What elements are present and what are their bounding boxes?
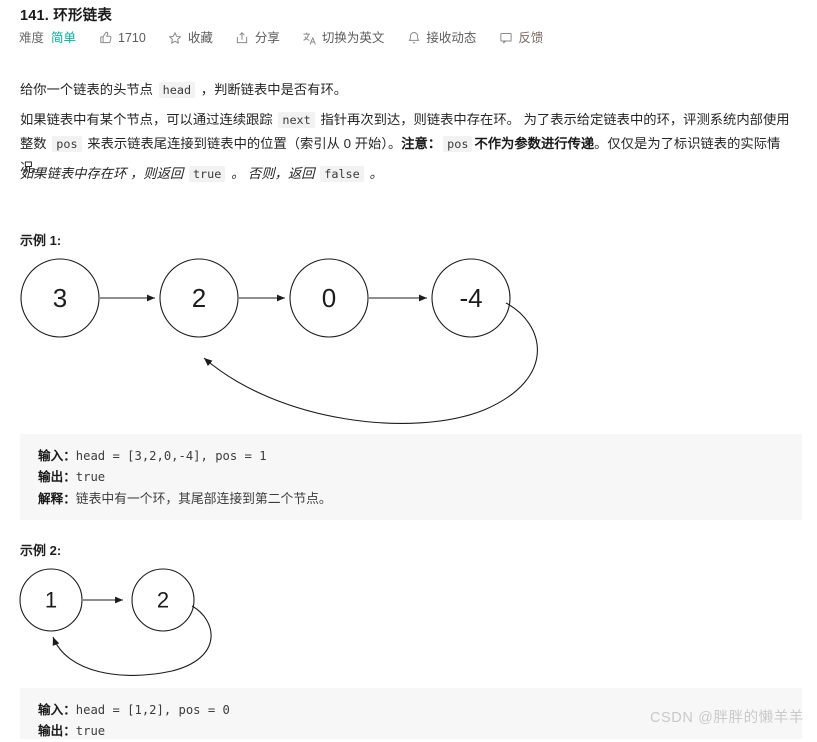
code-false: false — [320, 166, 364, 182]
page-title: 141. 环形链表 — [20, 8, 113, 24]
desc-p2-note: 注意： — [401, 136, 442, 151]
description-paragraph-1: 给你一个链表的头节点 head ，判断链表中是否有环。 — [20, 78, 802, 102]
subscribe-label: 接收动态 — [426, 31, 477, 45]
example-2-output-key: 输出： — [38, 724, 76, 738]
node-label-0: 1 — [45, 588, 57, 613]
desc-p3-text-b: 。 否则，返回 — [227, 166, 319, 181]
like-button[interactable]: 1710 — [98, 30, 146, 46]
code-head: head — [158, 82, 196, 98]
share-button[interactable]: 分享 — [235, 30, 280, 46]
example-2-heading: 示例 2: — [20, 543, 62, 558]
favorite-label: 收藏 — [187, 31, 213, 45]
node-label-1: 2 — [192, 283, 206, 313]
desc-p1-text-a: 给你一个链表的头节点 — [20, 82, 157, 97]
code-next: next — [278, 112, 315, 128]
example-1-explain-line: 解释：链表中有一个环，其尾部连接到第二个节点。 — [38, 488, 784, 510]
desc-p2-text-a: 如果链表中有某个节点，可以通过连续跟踪 — [20, 112, 277, 127]
example-1-input-key: 输入： — [38, 449, 76, 463]
example-1-output-key: 输出： — [38, 470, 76, 484]
example-1-output-value: true — [75, 470, 106, 484]
difficulty-badge: 难度 简单 — [19, 30, 76, 46]
example-2-input-key: 输入： — [38, 703, 76, 717]
example-1-input-line: 输入：head = [3,2,0,-4], pos = 1 — [38, 446, 784, 467]
node-label-0: 3 — [53, 283, 67, 313]
difficulty-label: 难度 — [19, 31, 45, 45]
bell-icon — [406, 31, 421, 46]
node-label-3: -4 — [459, 283, 482, 313]
feedback-icon — [498, 31, 513, 46]
example-2-diagram: 1 2 — [12, 558, 252, 688]
share-icon — [235, 31, 250, 46]
example-1-output-line: 输出：true — [38, 467, 784, 488]
example-1-explain-key: 解释： — [38, 492, 76, 506]
favorite-button[interactable]: 收藏 — [168, 30, 213, 46]
code-pos-2: pos — [443, 136, 473, 152]
example-1-input-value: head = [3,2,0,-4], pos = 1 — [75, 449, 267, 463]
subscribe-button[interactable]: 接收动态 — [406, 30, 476, 46]
thumbs-up-icon — [98, 31, 113, 46]
desc-p3-text-c: 。 — [365, 166, 383, 181]
desc-p2-text-c: 来表示链表尾连接到链表中的位置（索引从 0 开始）。 — [83, 136, 402, 151]
code-pos-1: pos — [52, 136, 82, 152]
example-2-output-value: true — [75, 724, 106, 738]
node-label-1: 2 — [157, 588, 169, 613]
translate-icon — [302, 31, 317, 46]
desc-p3-text-a: 如果链表中存在环 ，则返回 — [20, 166, 187, 181]
example-1-explain-value: 链表中有一个环，其尾部连接到第二个节点。 — [75, 491, 332, 506]
watermark: CSDN @胖胖的懒羊羊 — [649, 710, 804, 726]
code-true: true — [188, 166, 226, 182]
desc-p1-text-b: ，判断链表中是否有环。 — [197, 82, 348, 97]
share-label: 分享 — [254, 31, 280, 45]
example-1-diagram: 3 2 0 -4 — [14, 248, 584, 433]
feedback-button[interactable]: 反馈 — [498, 30, 543, 46]
translate-button[interactable]: 切换为英文 — [302, 30, 385, 46]
problem-page: 141. 环形链表 难度 简单 1710 收藏 分享 切换为英文 接收动态 反馈… — [0, 0, 817, 739]
problem-meta-bar: 难度 简单 1710 收藏 分享 切换为英文 接收动态 反馈 — [19, 30, 565, 46]
example-1-heading: 示例 1: — [20, 233, 62, 248]
like-count: 1710 — [118, 31, 146, 45]
feedback-label: 反馈 — [518, 31, 544, 45]
example-1-codebox: 输入：head = [3,2,0,-4], pos = 1 输出：true 解释… — [20, 434, 802, 520]
desc-p2-bold: 不作为参数进行传递 — [474, 136, 595, 151]
example-2-input-value: head = [1,2], pos = 0 — [75, 703, 230, 717]
star-icon — [168, 31, 183, 46]
description-paragraph-3: 如果链表中存在环 ，则返回 true 。 否则，返回 false 。 — [20, 162, 802, 186]
difficulty-value: 简单 — [51, 31, 77, 45]
node-label-2: 0 — [322, 283, 336, 313]
translate-label: 切换为英文 — [321, 31, 385, 45]
